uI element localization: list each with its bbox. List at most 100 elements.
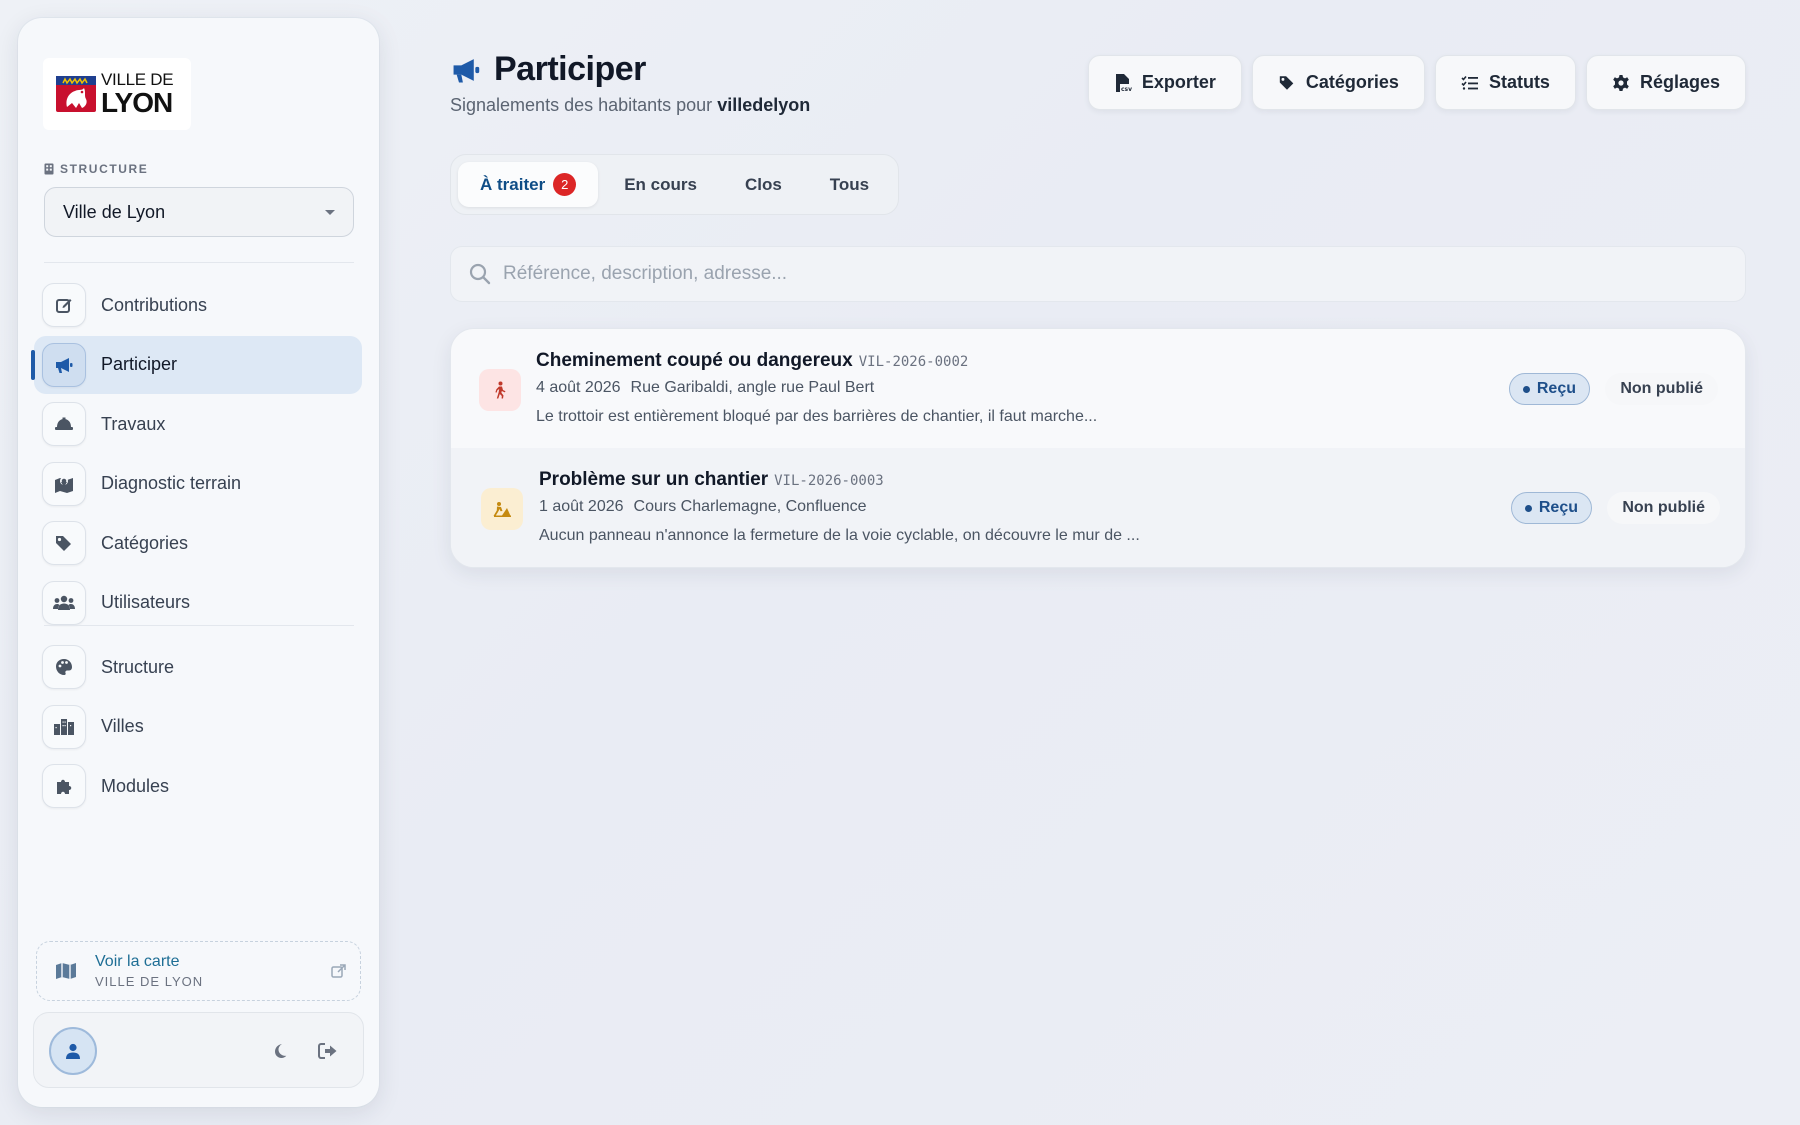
chevron-down-icon — [325, 209, 335, 215]
logout-button[interactable] — [316, 1039, 340, 1063]
publication-badge: Non publié — [1607, 492, 1720, 524]
page-title: Participer — [494, 50, 646, 88]
logout-icon — [318, 1043, 337, 1059]
header-actions: csv Exporter Catégories Statuts Réglages — [1087, 55, 1746, 110]
palette-icon — [42, 645, 86, 689]
pedestrian-icon — [479, 369, 521, 411]
list-item[interactable]: Cheminement coupé ou dangereux VIL-2026-… — [451, 329, 1745, 448]
tab-tous[interactable]: Tous — [808, 162, 891, 207]
report-description: Le trottoir est entièrement bloqué par d… — [536, 408, 1098, 425]
tags-icon — [42, 521, 86, 565]
sidebar-item-diagnostic-terrain[interactable]: Diagnostic terrain — [34, 455, 362, 513]
svg-text:csv: csv — [1121, 86, 1132, 93]
structure-label-row: STRUCTURE — [44, 162, 148, 176]
external-link-icon — [331, 964, 346, 978]
report-reference: VIL-2026-0003 — [774, 473, 884, 489]
sidebar-nav-secondary: Structure Villes Modules — [34, 638, 362, 817]
status-badge: Reçu — [1510, 492, 1592, 524]
sidebar-item-structure[interactable]: Structure — [34, 638, 362, 696]
hardhat-icon — [42, 402, 86, 446]
publication-badge: Non publié — [1605, 373, 1718, 405]
sidebar-nav-primary: Contributions Participer Travaux Diagnos… — [31, 276, 362, 633]
status-dot — [1524, 504, 1532, 512]
search-input[interactable] — [503, 263, 1703, 285]
users-icon — [42, 580, 86, 625]
user-icon — [66, 1043, 80, 1059]
sidebar-item-label: Catégories — [101, 532, 189, 553]
report-reference: VIL-2026-0002 — [858, 354, 969, 370]
search-icon — [469, 263, 491, 285]
structure-select[interactable]: Ville de Lyon — [44, 187, 354, 237]
structure-label: STRUCTURE — [60, 162, 149, 176]
report-title: Problème sur un chantier — [539, 469, 769, 490]
city-icon — [42, 704, 86, 749]
sidebar-item-label: Diagnostic terrain — [101, 473, 242, 493]
building-icon — [44, 163, 54, 175]
sidebar-item-label: Modules — [101, 775, 170, 796]
view-map-link[interactable]: Voir la carte VILLE DE LYON — [36, 941, 361, 1001]
sidebar-item-modules[interactable]: Modules — [34, 757, 362, 815]
view-map-subtitle: VILLE DE LYON — [95, 974, 204, 989]
statuses-label: Statuts — [1488, 72, 1550, 92]
sidebar-divider — [44, 625, 354, 626]
structure-select-value: Ville de Lyon — [63, 201, 166, 222]
export-label: Exporter — [1141, 72, 1216, 92]
sidebar-item-contributions[interactable]: Contributions — [34, 276, 362, 334]
count-badge: 2 — [553, 173, 577, 196]
sidebar-item-villes[interactable]: Villes — [34, 698, 362, 756]
subtitle-prefix: Signalements des habitants pour — [450, 95, 713, 115]
avatar[interactable] — [49, 1027, 97, 1075]
categories-button[interactable]: Catégories — [1251, 55, 1425, 110]
edit-icon — [42, 283, 86, 327]
tab-clos[interactable]: Clos — [723, 162, 804, 207]
report-header: Cheminement coupé ou dangereux VIL-2026-… — [536, 350, 968, 372]
report-header: Problème sur un chantier VIL-2026-0003 — [539, 469, 884, 491]
sidebar-divider — [44, 262, 354, 263]
list-item[interactable]: Problème sur un chantier VIL-2026-0003 1… — [451, 448, 1745, 567]
file-csv-icon: csv — [1115, 73, 1132, 93]
logo-wordmark: VILLE DE LYON — [101, 70, 174, 118]
report-title: Cheminement coupé ou dangereux — [536, 350, 853, 371]
sidebar-item-categories[interactable]: Catégories — [34, 514, 362, 572]
dark-mode-toggle[interactable] — [268, 1039, 292, 1063]
status-label: Reçu — [1538, 499, 1578, 516]
tab-label: Tous — [829, 174, 870, 194]
moon-icon — [275, 1044, 287, 1059]
report-description: Aucun panneau n'annonce la fermeture de … — [539, 527, 1140, 544]
sidebar-item-label: Participer — [101, 354, 178, 374]
settings-label: Réglages — [1639, 72, 1720, 92]
reports-list: Cheminement coupé ou dangereux VIL-2026-… — [450, 328, 1746, 568]
sidebar-item-label: Structure — [101, 656, 175, 677]
logo-line-2: LYON — [101, 87, 173, 118]
city-logo[interactable]: VILLE DE LYON — [43, 58, 191, 130]
report-address: Rue Garibaldi, angle rue Paul Bert — [630, 379, 875, 396]
lion-shield-icon — [56, 76, 96, 112]
tab-en-cours[interactable]: En cours — [602, 162, 719, 207]
settings-button[interactable]: Réglages — [1585, 55, 1746, 110]
megaphone-icon — [453, 58, 480, 82]
logo-line-1: VILLE DE — [101, 70, 174, 89]
report-meta: 4 août 2026 Rue Garibaldi, angle rue Pau… — [536, 379, 874, 397]
user-panel — [33, 1012, 364, 1088]
tab-label: En cours — [624, 174, 697, 194]
sidebar-item-label: Villes — [101, 716, 144, 736]
report-meta: 1 août 2026 Cours Charlemagne, Confluenc… — [539, 498, 867, 516]
export-button[interactable]: csv Exporter — [1087, 55, 1242, 110]
tags-icon — [1279, 76, 1294, 90]
statuses-button[interactable]: Statuts — [1434, 55, 1576, 110]
map-pin-icon — [42, 461, 86, 506]
megaphone-icon — [42, 342, 86, 387]
view-map-text: Voir la carte VILLE DE LYON — [95, 953, 203, 989]
sidebar-item-participer[interactable]: Participer — [31, 335, 362, 394]
status-badge: Reçu — [1508, 373, 1590, 405]
report-date: 1 août 2026 — [539, 498, 624, 515]
tab-a-traiter[interactable]: À traiter 2 — [458, 162, 599, 207]
sidebar-item-utilisateurs[interactable]: Utilisateurs — [34, 574, 362, 632]
sidebar-item-travaux[interactable]: Travaux — [34, 395, 362, 453]
subtitle-org: villedelyon — [717, 95, 811, 115]
puzzle-icon — [42, 764, 86, 808]
gear-icon — [1613, 74, 1629, 91]
map-icon — [56, 963, 76, 979]
status-label: Reçu — [1536, 380, 1576, 397]
sidebar-item-label: Contributions — [101, 294, 208, 315]
